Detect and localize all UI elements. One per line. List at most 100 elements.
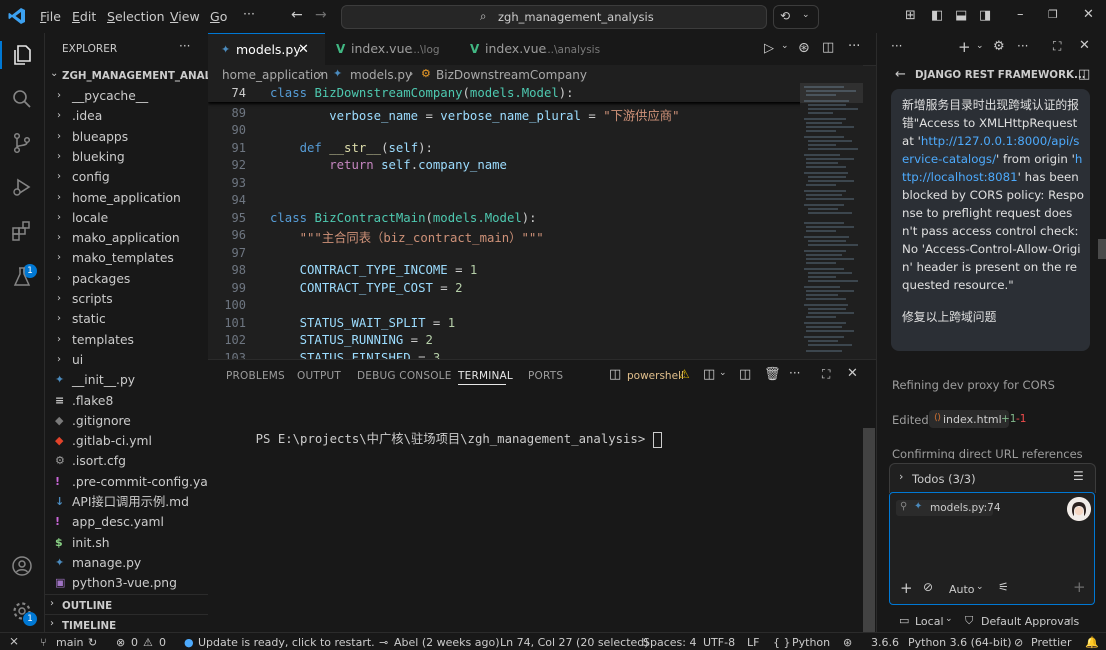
- send-icon[interactable]: +: [1073, 578, 1086, 596]
- file-item[interactable]: ! app_desc.yaml: [45, 512, 208, 532]
- update-message[interactable]: Update is ready, click to restart.: [198, 636, 375, 649]
- menu-go[interactable]: Go: [210, 9, 227, 24]
- folder-item[interactable]: › locale: [45, 208, 208, 228]
- new-chat-icon[interactable]: +: [958, 38, 971, 56]
- tab-index-vue-analysis[interactable]: V index.vue ...\analysis: [456, 33, 600, 65]
- close-icon[interactable]: ✕: [298, 34, 309, 66]
- minimize-icon[interactable]: –: [1017, 7, 1024, 22]
- tab-ports[interactable]: PORTS: [528, 370, 563, 382]
- editor-scrollbar[interactable]: [863, 83, 876, 359]
- breadcrumb-folder[interactable]: home_application: [222, 68, 328, 82]
- file-item[interactable]: $ init.sh: [45, 533, 208, 553]
- remote-icon[interactable]: ⨯: [9, 634, 19, 648]
- warnings-count[interactable]: 0: [159, 636, 166, 649]
- configure-tools-icon[interactable]: ⚟: [998, 580, 1009, 594]
- copilot-icon[interactable]: ⊛: [798, 40, 810, 56]
- close-chat-icon[interactable]: ✕: [1079, 38, 1090, 53]
- toggle-sidebar-icon[interactable]: ◧: [931, 8, 943, 23]
- testing-flask-icon[interactable]: [10, 263, 34, 287]
- language-mode[interactable]: Python: [792, 636, 830, 649]
- split-editor-icon[interactable]: ◫: [822, 40, 834, 55]
- file-item[interactable]: ▣ python3-vue.png: [45, 573, 208, 593]
- tools-icon[interactable]: ⊘: [923, 580, 933, 594]
- folder-item[interactable]: › ui: [45, 350, 208, 370]
- outline-section[interactable]: › OUTLINE: [45, 594, 208, 615]
- toggle-secondary-sidebar-icon[interactable]: ◨: [979, 8, 991, 23]
- minimap[interactable]: [800, 83, 863, 359]
- layout-customize-icon[interactable]: ⊞: [905, 8, 916, 23]
- tab-index-vue-log[interactable]: V index.vue ...\log: [326, 33, 456, 65]
- chevron-down-icon[interactable]: ⌄: [719, 368, 727, 378]
- file-item[interactable]: ✦ __init__.py: [45, 370, 208, 390]
- root-folder[interactable]: ⌄ ZGH_MANAGEMENT_ANAL...: [45, 65, 223, 85]
- avatar[interactable]: [1067, 497, 1091, 521]
- context-file-chip[interactable]: ⚲ ✦ models.py:74: [896, 500, 1001, 516]
- chevron-down-icon[interactable]: ⌄: [976, 41, 984, 51]
- python-version[interactable]: 3.6.6: [871, 636, 899, 649]
- file-item[interactable]: ◆ .gitlab-ci.yml: [45, 431, 208, 451]
- session-target[interactable]: Local: [915, 615, 944, 628]
- account-icon[interactable]: [10, 554, 34, 578]
- chat-input-box[interactable]: ⚲ ✦ models.py:74 + ⊘ Auto ⌄ ⚟ +: [889, 492, 1095, 605]
- run-python-file-icon[interactable]: ▷: [764, 41, 774, 56]
- explorer-files-icon[interactable]: [10, 43, 34, 67]
- vscode-logo-icon[interactable]: [8, 7, 26, 25]
- todos-bar[interactable]: › Todos (3/3) ☰: [889, 463, 1096, 493]
- maximize-chat-icon[interactable]: ⛶: [1053, 39, 1061, 54]
- menu-edit[interactable]: Edit: [72, 9, 96, 24]
- toggle-panel-icon[interactable]: ◫: [1078, 67, 1090, 82]
- folder-item[interactable]: › mako_application: [45, 228, 208, 248]
- menu-more[interactable]: ···: [243, 6, 255, 21]
- indentation[interactable]: Spaces: 4: [643, 636, 696, 649]
- close-panel-icon[interactable]: ✕: [847, 366, 858, 381]
- folder-item[interactable]: › mako_templates: [45, 248, 208, 268]
- file-item[interactable]: ⚙ .isort.cfg: [45, 451, 208, 471]
- folder-item[interactable]: › static: [45, 309, 208, 329]
- back-arrow-icon[interactable]: ←: [291, 7, 303, 23]
- terminal-scrollbar[interactable]: [863, 428, 875, 632]
- close-window-icon[interactable]: ✕: [1083, 7, 1094, 22]
- folder-item[interactable]: › packages: [45, 269, 208, 289]
- chevron-down-icon[interactable]: ⌄: [781, 41, 789, 51]
- folder-item[interactable]: › home_application: [45, 188, 208, 208]
- split-terminal-icon[interactable]: ◫: [739, 367, 751, 382]
- branch-name[interactable]: main: [56, 636, 83, 649]
- chat-more-icon[interactable]: ···: [891, 39, 902, 53]
- menu-file[interactable]: File: [40, 9, 61, 24]
- sync-icon[interactable]: ↻: [88, 636, 97, 649]
- folder-item[interactable]: › .idea: [45, 106, 208, 126]
- code-editor[interactable]: 74 class BizDownstreamCompany(models.Mod…: [208, 83, 863, 359]
- tab-terminal[interactable]: TERMINAL: [458, 370, 513, 382]
- new-terminal-icon[interactable]: ◫: [703, 367, 715, 382]
- toggle-panel-icon[interactable]: ⬓: [955, 8, 967, 23]
- run-debug-icon[interactable]: [10, 175, 34, 199]
- prettier-status[interactable]: Prettier: [1031, 636, 1071, 649]
- restore-icon[interactable]: ❐: [1048, 8, 1058, 21]
- cursor-position[interactable]: Ln 74, Col 27 (20 selected): [500, 636, 649, 649]
- panel-more-icon[interactable]: ···: [789, 366, 800, 380]
- tab-output[interactable]: OUTPUT: [297, 370, 341, 382]
- tab-debug-console[interactable]: DEBUG CONSOLE: [357, 370, 452, 382]
- file-item[interactable]: ✦ manage.py: [45, 553, 208, 573]
- todo-list-icon[interactable]: ☰: [1073, 469, 1084, 483]
- chat-scrollbar[interactable]: [1098, 239, 1106, 259]
- back-arrow-icon[interactable]: ←: [895, 67, 906, 82]
- explorer-more-icon[interactable]: ···: [179, 39, 190, 53]
- settings-gear-icon[interactable]: ⚙: [993, 39, 1005, 54]
- timeline-section[interactable]: › TIMELINE: [45, 614, 208, 633]
- notifications-bell-icon[interactable]: 🔔: [1085, 636, 1099, 649]
- editor-more-icon[interactable]: ···: [848, 39, 860, 54]
- end-of-line[interactable]: LF: [747, 636, 759, 649]
- tab-problems[interactable]: PROBLEMS: [226, 370, 285, 382]
- file-item[interactable]: ↓ API接口调用示例.md: [45, 492, 208, 512]
- breadcrumb-file[interactable]: models.py: [350, 68, 412, 82]
- command-center-search[interactable]: ⌕ zgh_management_analysis: [341, 5, 767, 29]
- search-icon[interactable]: [10, 87, 34, 111]
- add-context-icon[interactable]: +: [900, 579, 913, 597]
- chat-options-icon[interactable]: ···: [1017, 39, 1028, 53]
- folder-item[interactable]: › templates: [45, 330, 208, 350]
- python-interpreter[interactable]: Python 3.6 (64-bit): [908, 636, 1012, 649]
- tab-models-py[interactable]: ✦ models.py ✕: [208, 33, 325, 66]
- menu-view[interactable]: View: [170, 9, 200, 24]
- folder-item[interactable]: › scripts: [45, 289, 208, 309]
